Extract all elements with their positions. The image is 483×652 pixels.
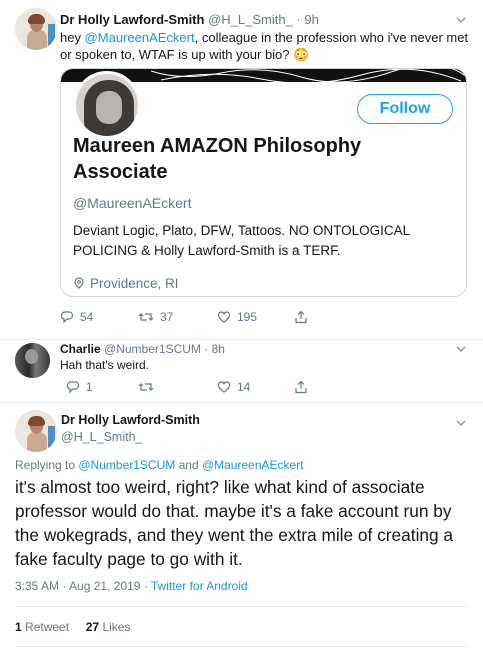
tweet-time[interactable]: 8h — [212, 342, 225, 356]
avatar[interactable] — [15, 8, 57, 50]
retweet-button[interactable] — [138, 380, 160, 394]
tweet-text-prefix: hey — [60, 30, 85, 45]
tweet-time[interactable]: 9h — [304, 12, 318, 27]
retweet-label: Retweet — [25, 620, 70, 634]
retweet-icon — [138, 313, 154, 321]
heart-icon — [217, 381, 231, 393]
author-display-name[interactable]: Dr Holly Lawford-Smith — [60, 12, 204, 27]
author-handle[interactable]: @Number1SCUM — [104, 342, 201, 356]
replying-user-link[interactable]: @MaureenAEckert — [202, 458, 304, 472]
like-label: Likes — [102, 620, 131, 634]
location-pin-icon — [73, 277, 85, 289]
tweet-focused: Dr Holly Lawford-Smith @H_L_Smith_ Reply… — [0, 403, 483, 652]
like-total: 27 — [85, 620, 100, 634]
tweet-reply-charlie[interactable]: Charlie @Number1SCUM · 8h Hah that's wei… — [0, 340, 483, 403]
reply-button[interactable]: 54 — [60, 310, 93, 324]
chevron-down-icon[interactable] — [455, 14, 467, 26]
tweet-client-link[interactable]: Twitter for Android — [151, 579, 248, 593]
reply-icon — [66, 381, 80, 394]
divider — [15, 606, 468, 607]
tweet-author-line: Dr Holly Lawford-Smith @H_L_Smith_ · 9h — [60, 12, 319, 27]
tweet-actions: 54 37 195 — [60, 310, 470, 326]
like-count: 195 — [237, 310, 258, 324]
author-handle[interactable]: @H_L_Smith_ — [208, 12, 293, 27]
author-display-name[interactable]: Charlie — [60, 342, 101, 356]
profile-name[interactable]: Maureen AMAZON Philosophy Associate — [73, 133, 443, 185]
like-button[interactable]: 14 — [217, 380, 250, 394]
profile-card[interactable]: Follow Maureen AMAZON Philosophy Associa… — [60, 68, 467, 297]
tweet-text: it's almost too weird, right? like what … — [15, 477, 454, 569]
retweet-icon — [138, 383, 154, 391]
like-count: 14 — [237, 380, 251, 394]
meta-dot: · — [140, 579, 151, 593]
divider — [15, 646, 468, 647]
share-button[interactable] — [294, 380, 314, 394]
retweet-total: 1 — [15, 620, 22, 634]
author-display-name[interactable]: Dr Holly Lawford-Smith — [61, 413, 200, 427]
share-icon — [295, 310, 307, 324]
likes-stat[interactable]: 27 Likes — [86, 620, 131, 634]
tweet-author-line: Charlie @Number1SCUM · 8h — [60, 342, 225, 356]
reply-icon — [60, 311, 74, 324]
chevron-down-icon[interactable] — [455, 343, 467, 355]
like-button[interactable]: 195 — [217, 310, 257, 324]
tweet-text: Hah that's weird. — [60, 358, 149, 372]
replying-prefix: Replying to — [15, 458, 79, 472]
profile-handle[interactable]: @MaureenAEckert — [73, 195, 191, 211]
separator-dot: · — [296, 12, 301, 27]
profile-avatar[interactable] — [73, 71, 141, 139]
mention-link[interactable]: @MaureenAEckert — [85, 30, 195, 45]
tweet-meta: 3:35 AM · Aug 21, 2019 · Twitter for And… — [15, 579, 248, 593]
profile-bio: Deviant Logic, Plato, DFW, Tattoos. NO O… — [73, 223, 410, 258]
reply-button[interactable]: 1 — [66, 380, 93, 394]
chevron-down-icon[interactable] — [455, 417, 467, 429]
replying-and: and — [175, 458, 202, 472]
avatar[interactable] — [15, 410, 57, 452]
tweet-text: hey @MaureenAEckert, colleague in the pr… — [60, 29, 470, 63]
retweets-stat[interactable]: 1 Retweet — [15, 620, 69, 634]
replying-user-link[interactable]: @Number1SCUM — [78, 458, 175, 472]
profile-location: Providence, RI — [73, 276, 179, 291]
retweet-count: 37 — [160, 310, 174, 324]
tweet-actions: 1 14 — [66, 380, 466, 396]
reply-count: 54 — [80, 310, 94, 324]
reply-count: 1 — [86, 380, 93, 394]
share-icon — [295, 380, 307, 394]
tweet-stats: 1 Retweet 27 Likes — [15, 620, 130, 634]
retweet-button[interactable]: 37 — [138, 310, 173, 324]
follow-button[interactable]: Follow — [357, 94, 453, 124]
replying-to: Replying to @Number1SCUM and @MaureenAEc… — [15, 458, 304, 472]
tweet-quote-original[interactable]: Dr Holly Lawford-Smith @H_L_Smith_ · 9h … — [0, 0, 483, 340]
share-button[interactable] — [294, 310, 314, 324]
author-handle[interactable]: @H_L_Smith_ — [61, 430, 142, 444]
tweet-timestamp[interactable]: 3:35 AM · Aug 21, 2019 — [15, 579, 140, 593]
separator-dot: · — [204, 342, 209, 356]
heart-icon — [217, 311, 231, 323]
location-text: Providence, RI — [90, 276, 179, 291]
avatar[interactable] — [15, 343, 50, 378]
